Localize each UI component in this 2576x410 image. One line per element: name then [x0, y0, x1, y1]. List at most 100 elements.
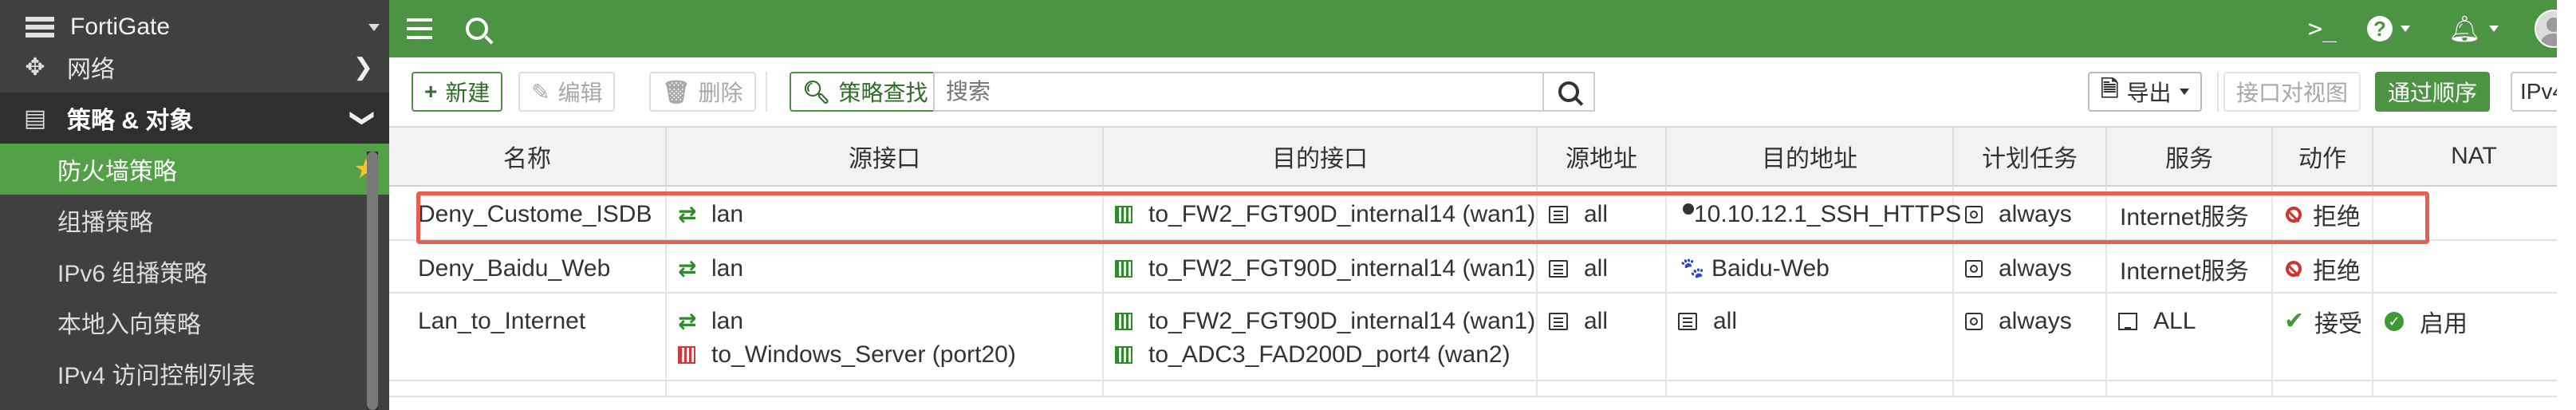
schedule-label: always — [1999, 255, 2072, 282]
chevron-down-icon — [2401, 26, 2410, 32]
policy-lookup-button[interactable]: 🔍︎ 策略查找 — [790, 72, 941, 112]
sidebar-item-ipv4-acl[interactable]: IPv4 访问控制列表 — [0, 348, 389, 399]
column-header-service[interactable]: 服务 — [2107, 128, 2273, 185]
cell-nat: ✓ 启用 — [2373, 294, 2576, 380]
address-icon — [1678, 313, 1697, 330]
new-button[interactable]: + 新建 — [412, 72, 503, 112]
global-search-button[interactable] — [466, 0, 488, 57]
service-label: Internet服务 — [2120, 258, 2249, 285]
port-icon — [1115, 313, 1132, 330]
cell-schedule: always — [1954, 294, 2107, 380]
service-label: ALL — [2153, 308, 2196, 334]
address-label: 10.10.12.1_SSH_HTTPS — [1694, 201, 1962, 227]
bell-icon: 🔔︎ — [2448, 14, 2481, 43]
column-header-src-addr[interactable]: 源地址 — [1538, 128, 1667, 185]
check-icon: ✔ — [2284, 308, 2305, 334]
port-icon — [1115, 206, 1132, 223]
schedule-label: always — [1999, 201, 2072, 227]
cell-name: Deny_Baidu_Web — [389, 241, 667, 292]
toolbar-divider — [766, 72, 767, 112]
sidebar-item-label: 网络 — [67, 57, 115, 83]
chevron-down-icon: ❯ — [349, 108, 376, 128]
help-button[interactable]: ? — [2367, 0, 2410, 57]
search-input[interactable] — [933, 72, 1542, 112]
column-header-schedule[interactable]: 计划任务 — [1954, 128, 2107, 185]
sidebar-item-firewall-policy[interactable]: 防火墙策略 ★ — [0, 144, 389, 195]
interface-label: lan — [711, 308, 744, 334]
cell-dst-intf: to_FW2_FGT90D_internal14 (wan1) — [1104, 187, 1538, 239]
pencil-icon: ✎ — [531, 79, 550, 104]
chevron-down-icon[interactable] — [368, 24, 380, 31]
cell-dst-intf: to_FW2_FGT90D_internal14 (wan1) to_ADC3_… — [1104, 294, 1538, 380]
delete-button[interactable]: 🗑︎ 删除 — [649, 72, 756, 112]
sidebar-item-multicast-policy[interactable]: 组播策略 — [0, 195, 389, 246]
schedule-icon — [1965, 313, 1983, 330]
cell-dst-intf — [1104, 381, 1538, 396]
table-row[interactable] — [389, 381, 2576, 397]
policy-name[interactable]: Deny_Baidu_Web — [418, 252, 665, 286]
table-row[interactable]: Deny_Custome_ISDB ⇄ lan to_FW2_FGT90D_int… — [389, 187, 2576, 241]
shuffle-icon: ⇄ — [678, 202, 697, 227]
sidebar-item-ipv6-multicast-policy[interactable]: IPv6 组播策略 — [0, 246, 389, 297]
sidebar-scrollbar[interactable] — [367, 152, 378, 410]
nat-label: 启用 — [2420, 311, 2468, 337]
interface-label: to_Windows_Server (port20) — [711, 341, 1016, 368]
interface-label: lan — [711, 201, 744, 227]
sidebar-item-label: 本地入向策略 — [57, 312, 201, 338]
document-icon: 🗎︎ — [2101, 77, 2119, 101]
address-icon — [1549, 313, 1568, 330]
interface-pair-view-button[interactable]: 接口对视图 — [2223, 72, 2361, 112]
cell-name: Deny_Custome_ISDB — [389, 187, 667, 239]
interface-label: to_ADC3_FAD200D_port4 (wan2) — [1148, 341, 1511, 368]
schedule-label: always — [1999, 308, 2072, 334]
cell-schedule — [1954, 381, 2107, 396]
cell-src-intf: ⇄ lan to_Windows_Server (port20) — [667, 294, 1104, 380]
column-header-src-intf[interactable]: 源接口 — [667, 128, 1104, 185]
cell-nat — [2373, 187, 2576, 239]
cell-service: Internet服务 — [2107, 187, 2273, 239]
table-row[interactable]: Lan_to_Internet ⇄ lan to_Windows_Server (… — [389, 294, 2576, 381]
policy-name[interactable]: Deny_Custome_ISDB — [418, 198, 665, 231]
shuffle-icon: ⇄ — [678, 256, 697, 281]
toolbar-divider — [2217, 72, 2219, 112]
table-row[interactable]: Deny_Baidu_Web ⇄ lan to_FW2_FGT90D_intern… — [389, 241, 2576, 294]
port-icon — [1115, 260, 1132, 278]
deny-icon — [2286, 207, 2302, 223]
search-submit-button[interactable] — [1542, 72, 1595, 112]
column-header-dst-intf[interactable]: 目的接口 — [1104, 128, 1538, 185]
edit-button[interactable]: ✎ 编辑 — [518, 72, 616, 112]
sidebar-item-policy-objects[interactable]: ▤ 策略 & 对象 ❯ — [0, 93, 389, 144]
sidebar-item-label: IPv4 访问控制列表 — [57, 363, 256, 389]
action-label: 拒绝 — [2313, 258, 2361, 285]
policy-name[interactable]: Lan_to_Internet — [418, 305, 665, 338]
column-header-name[interactable]: 名称 — [389, 128, 667, 185]
sidebar: FortiGate ✥ 网络 ❯ ▤ 策略 & 对象 ❯ 防火墙策略 ★ 组播策… — [0, 0, 389, 410]
cell-name — [389, 381, 667, 396]
cell-src-addr — [1538, 381, 1667, 396]
cell-service: ALL — [2107, 294, 2273, 380]
by-sequence-button[interactable]: 通过顺序 — [2375, 72, 2491, 112]
cell-dst-intf: to_FW2_FGT90D_internal14 (wan1) — [1104, 241, 1538, 292]
table-header: 名称 源接口 目的接口 源地址 目的地址 计划任务 服务 动作 NAT — [389, 128, 2576, 187]
address-label: all — [1584, 201, 1609, 227]
column-header-nat[interactable]: NAT — [2373, 128, 2576, 185]
brand-label: FortiGate — [70, 14, 171, 40]
cli-console-button[interactable]: >_ — [2308, 0, 2337, 57]
interface-pair-view-label: 接口对视图 — [2236, 81, 2349, 105]
column-header-action[interactable]: 动作 — [2273, 128, 2373, 185]
cell-nat — [2373, 241, 2576, 292]
interface-label: to_FW2_FGT90D_internal14 (wan1) — [1148, 255, 1536, 282]
baidu-paw-icon: 🐾︎ — [1678, 256, 1707, 281]
menu-button[interactable] — [407, 0, 432, 57]
address-label: all — [1584, 308, 1609, 334]
cell-src-addr: all — [1538, 187, 1667, 239]
menu-icon — [407, 18, 432, 39]
column-header-dst-addr[interactable]: 目的地址 — [1667, 128, 1954, 185]
sidebar-item-local-in-policy[interactable]: 本地入向策略 — [0, 297, 389, 348]
notifications-button[interactable]: 🔔︎ — [2448, 0, 2499, 57]
schedule-icon — [1965, 260, 1983, 278]
sidebar-item-network[interactable]: ✥ 网络 ❯ — [0, 41, 389, 93]
export-button[interactable]: 🗎︎ 导出 — [2088, 72, 2202, 112]
policy-table: 名称 源接口 目的接口 源地址 目的地址 计划任务 服务 动作 NAT Deny… — [389, 128, 2576, 397]
search-icon: 🔍︎ — [802, 79, 831, 104]
